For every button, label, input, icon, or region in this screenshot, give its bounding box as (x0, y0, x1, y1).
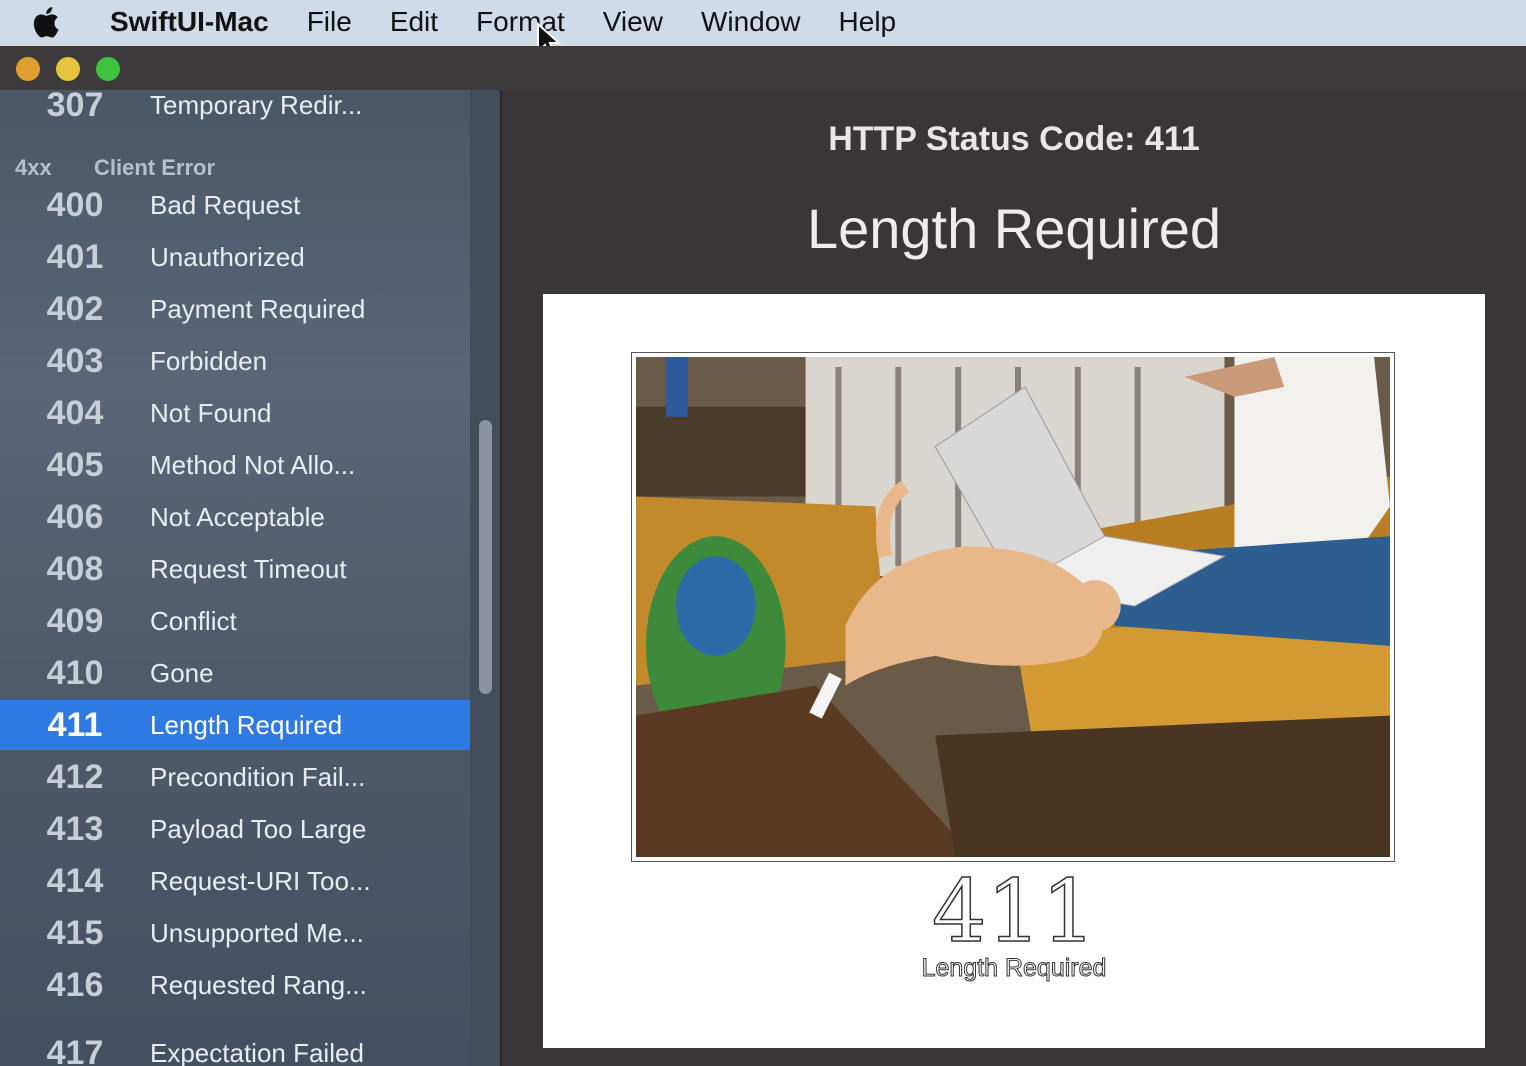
list-item-code: 414 (46, 861, 104, 900)
menu-edit[interactable]: Edit (390, 6, 438, 38)
list-item-code: 415 (46, 913, 104, 952)
image-status-caption: Length Required (921, 954, 1107, 983)
section-label: Client Error (94, 155, 216, 180)
list-item[interactable]: 413 Payload Too Large (0, 804, 470, 854)
list-item-label: Not Acceptable (150, 501, 325, 532)
list-item[interactable]: 402 Payment Required (0, 284, 470, 334)
menu-view[interactable]: View (603, 6, 663, 38)
sidebar-scrollbar-thumb[interactable] (479, 420, 492, 694)
list-item-code: 405 (46, 445, 104, 484)
list-item[interactable]: 400 Bad Request (0, 180, 470, 230)
list-item-code: 408 (46, 549, 104, 588)
list-item-code: 402 (46, 289, 104, 328)
status-code-title: HTTP Status Code: 411 (828, 120, 1200, 158)
list-item[interactable]: 403 Forbidden (0, 336, 470, 386)
cat-photo-frame (631, 352, 1395, 862)
list-item-label: Not Found (150, 397, 272, 428)
list-item[interactable]: 408 Request Timeout (0, 544, 470, 594)
list-item-label: Forbidden (150, 345, 268, 376)
list-item[interactable]: 404 Not Found (0, 388, 470, 438)
list-item-code: 410 (46, 653, 104, 692)
minimize-window-button[interactable] (56, 57, 80, 81)
list-item[interactable]: 406 Not Acceptable (0, 492, 470, 542)
list-item-code: 406 (46, 497, 104, 536)
list-item[interactable]: 307 Temporary Redir... (0, 90, 470, 130)
list-item[interactable]: 417 Expectation Failed (0, 1028, 470, 1066)
list-item-code: 400 (46, 185, 104, 224)
cat-photo-image (636, 357, 1390, 857)
app-menu[interactable]: SwiftUI-Mac (110, 6, 269, 38)
list-item-label: Payment Required (150, 293, 366, 324)
list-item-code: 401 (46, 237, 104, 276)
list-item-label: Precondition Fail... (150, 761, 366, 792)
list-item[interactable]: 410 Gone (0, 648, 470, 698)
list-item-code: 413 (46, 809, 104, 848)
list-item-label: Gone (150, 657, 214, 688)
app-window: 307 Temporary Redir... 4xx Client Error … (0, 46, 1526, 1066)
list-item-label: Temporary Redir... (150, 90, 363, 120)
list-item[interactable]: 412 Precondition Fail... (0, 752, 470, 802)
list-item-code: 412 (46, 757, 104, 796)
list-item-code: 417 (46, 1033, 104, 1066)
window-titlebar[interactable] (0, 46, 1526, 91)
list-item-code: 307 (46, 90, 104, 124)
list-item-code: 404 (46, 393, 104, 432)
menu-bar: SwiftUI-Mac File Edit Format View Window… (0, 0, 1526, 44)
list-item-label: Bad Request (150, 189, 301, 220)
menu-file[interactable]: File (307, 6, 352, 38)
list-item-label: Unauthorized (150, 241, 305, 272)
image-status-code: 411 (931, 861, 1097, 963)
list-item-selected[interactable]: 411 Length Required (0, 700, 470, 750)
list-item-code: 416 (46, 965, 104, 1004)
list-item-label: Request Timeout (150, 553, 347, 584)
menu-help[interactable]: Help (839, 6, 897, 38)
apple-icon (33, 7, 59, 38)
list-item[interactable]: 405 Method Not Allo... (0, 440, 470, 490)
list-item-label: Payload Too Large (150, 813, 367, 844)
list-item-code: 409 (46, 601, 104, 640)
list-item-code: 403 (46, 341, 104, 380)
status-name-heading: Length Required (806, 197, 1222, 260)
close-window-button[interactable] (16, 57, 40, 81)
list-item-label: Expectation Failed (150, 1037, 364, 1066)
zoom-window-button[interactable] (96, 57, 120, 81)
list-item-label: Conflict (150, 605, 237, 636)
list-item[interactable]: 416 Requested Rang... (0, 960, 470, 1010)
apple-menu[interactable] (0, 5, 110, 39)
list-item-label: Length Required (150, 709, 343, 740)
list-item[interactable]: 409 Conflict (0, 596, 470, 646)
detail-pane: HTTP Status Code: 411 Length Required 41… (502, 90, 1526, 1066)
list-item-label: Unsupported Me... (150, 917, 364, 948)
menu-window[interactable]: Window (701, 6, 801, 38)
status-cat-image-card: 411 Length Required (543, 294, 1485, 1048)
section-code: 4xx (15, 155, 52, 180)
list-item-label: Method Not Allo... (150, 449, 356, 480)
list-item[interactable]: 414 Request-URI Too... (0, 856, 470, 906)
list-item-code: 411 (47, 705, 103, 744)
list-item-label: Requested Rang... (150, 969, 367, 1000)
list-item-label: Request-URI Too... (150, 865, 371, 896)
sidebar[interactable]: 307 Temporary Redir... 4xx Client Error … (0, 90, 502, 1066)
list-item[interactable]: 415 Unsupported Me... (0, 908, 470, 958)
list-item[interactable]: 401 Unauthorized (0, 232, 470, 282)
